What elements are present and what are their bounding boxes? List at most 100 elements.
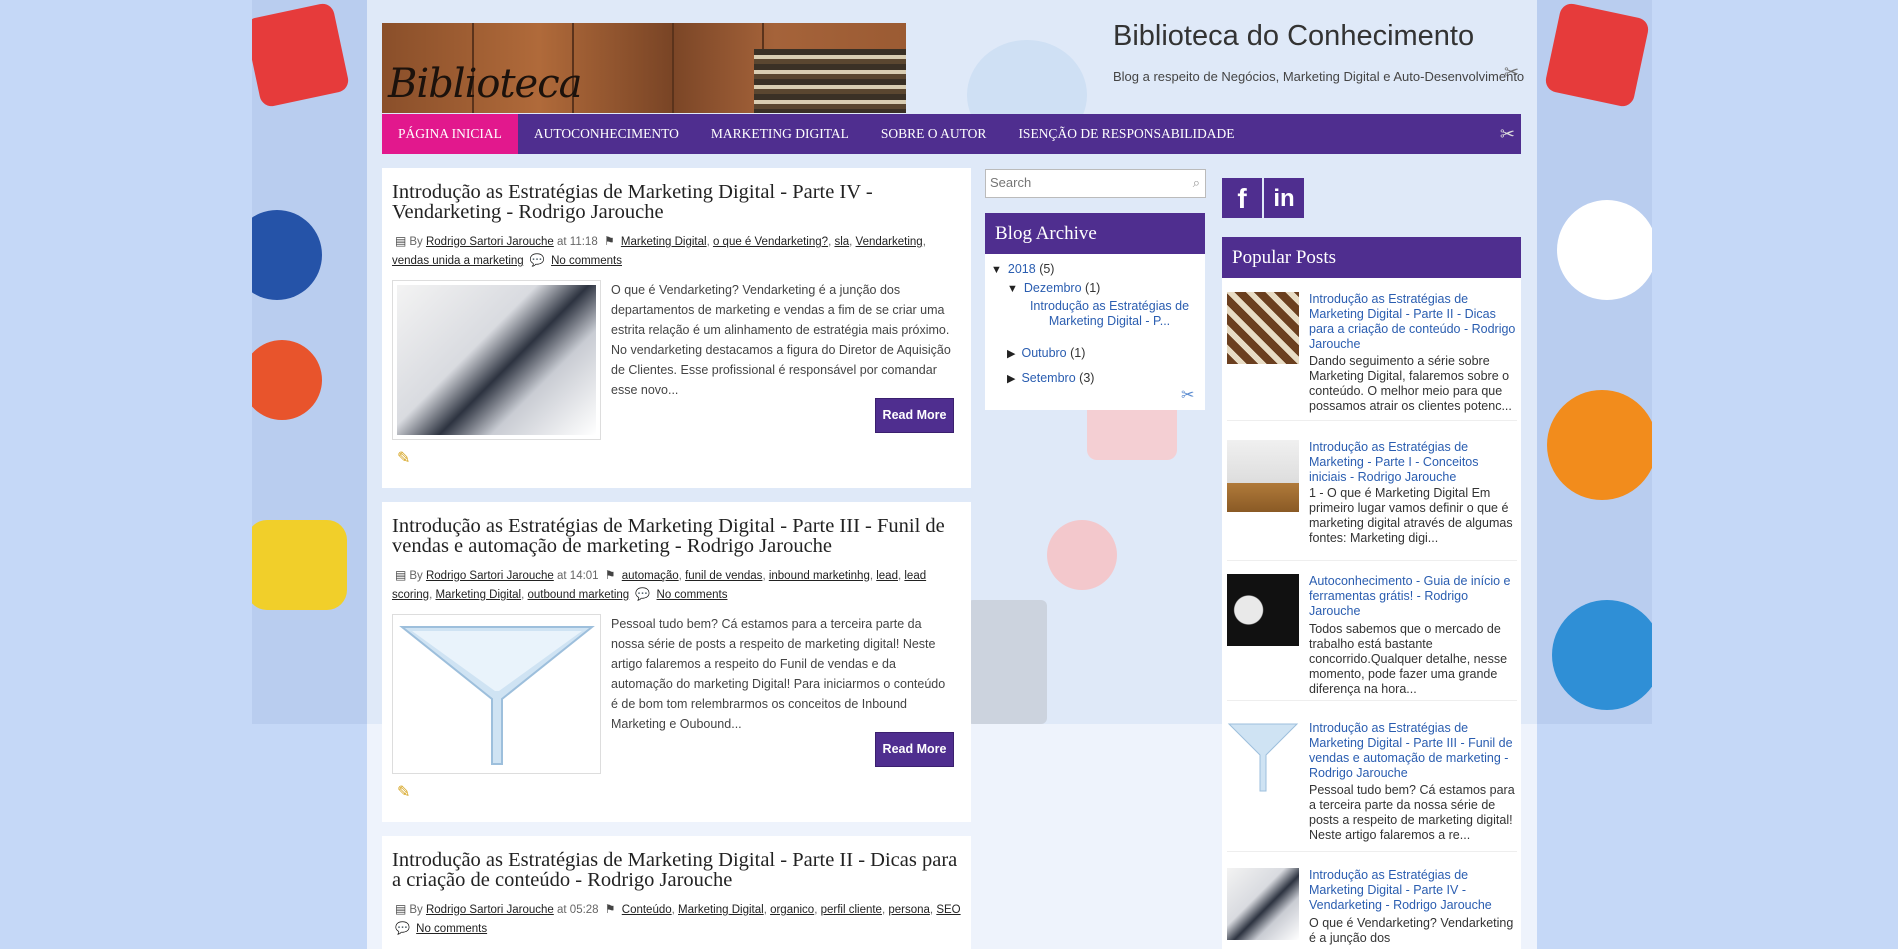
- popular-post-thumbnail[interactable]: [1227, 721, 1299, 793]
- nav-isencao[interactable]: Isenção de Responsabilidade: [1002, 114, 1250, 154]
- blog-description: Blog a respeito de Negócios, Marketing D…: [1113, 69, 1525, 84]
- label-link[interactable]: persona: [888, 904, 930, 916]
- search-icon[interactable]: ⌕: [1193, 175, 1200, 191]
- pencil-icon[interactable]: ✎: [397, 448, 410, 468]
- label-link[interactable]: sla: [834, 236, 849, 248]
- label-link[interactable]: Vendarketing: [856, 236, 923, 248]
- label-link[interactable]: outbound marketing: [528, 589, 630, 601]
- popular-post-snippet: Pessoal tudo bem? Cá estamos para a terc…: [1309, 783, 1515, 842]
- label-link[interactable]: o que é Vendarketing?: [713, 236, 828, 248]
- nav-marketing-digital[interactable]: Marketing Digital: [695, 114, 865, 154]
- blog-post: Introdução as Estratégias de Marketing D…: [382, 168, 971, 488]
- popular-post-thumbnail[interactable]: [1227, 440, 1299, 512]
- popular-post-title[interactable]: Introdução as Estratégias de Marketing D…: [1309, 292, 1519, 352]
- triangle-right-icon[interactable]: ▶: [1007, 373, 1015, 385]
- popular-post-title[interactable]: Introdução as Estratégias de Marketing -…: [1309, 440, 1519, 485]
- search-input[interactable]: [986, 170, 1174, 195]
- archive-month[interactable]: ▼ Dezembro (1): [1007, 281, 1100, 295]
- nav-autoconhecimento[interactable]: Autoconhecimento: [518, 114, 695, 154]
- archive-post-link[interactable]: Introdução as Estratégias de Marketing D…: [1022, 299, 1197, 329]
- label-link[interactable]: perfil cliente: [821, 904, 882, 916]
- funnel-image: [399, 626, 595, 765]
- author-link[interactable]: Rodrigo Sartori Jarouche: [426, 236, 554, 248]
- post-thumbnail[interactable]: [392, 614, 601, 774]
- archive-year[interactable]: ▼ 2018 (5): [991, 262, 1054, 276]
- edit-tools-icon[interactable]: ✂: [1500, 124, 1515, 145]
- popular-post-thumbnail[interactable]: [1227, 574, 1299, 646]
- label-link[interactable]: Conteúdo: [622, 904, 672, 916]
- popular-post-title[interactable]: Autoconhecimento - Guia de início e ferr…: [1309, 574, 1519, 619]
- label-link[interactable]: Marketing Digital: [435, 589, 521, 601]
- popular-post-item: Introdução as Estratégias de Marketing D…: [1227, 292, 1517, 422]
- post-meta: ▤ By Rodrigo Sartori Jarouche at 11:18 ⚑ …: [392, 234, 926, 267]
- triangle-down-icon[interactable]: ▼: [1007, 283, 1018, 295]
- background-right-art: [1537, 0, 1652, 724]
- read-more-button[interactable]: Read More: [875, 732, 954, 767]
- author-link[interactable]: Rodrigo Sartori Jarouche: [426, 904, 554, 916]
- popular-post-thumbnail[interactable]: [1227, 868, 1299, 940]
- divider: [1227, 851, 1517, 852]
- popular-posts-heading: Popular Posts: [1222, 237, 1521, 278]
- label-link[interactable]: lead: [876, 570, 898, 582]
- popular-posts: Introdução as Estratégias de Marketing D…: [1222, 278, 1521, 949]
- post-meta: ▤ By Rodrigo Sartori Jarouche at 05:28 ⚑ …: [395, 902, 961, 935]
- post-meta: ▤ By Rodrigo Sartori Jarouche at 14:01 ⚑ …: [392, 568, 927, 601]
- comments-link[interactable]: No comments: [416, 923, 487, 935]
- calendar-icon: ▤: [395, 568, 407, 582]
- facebook-icon[interactable]: f: [1222, 178, 1262, 218]
- popular-post-item: Introdução as Estratégias de Marketing D…: [1227, 868, 1517, 948]
- author-link[interactable]: Rodrigo Sartori Jarouche: [426, 570, 554, 582]
- divider: [1227, 700, 1517, 701]
- comment-icon: 💬: [529, 253, 545, 267]
- read-more-button[interactable]: Read More: [875, 398, 954, 433]
- blog-post: Introdução as Estratégias de Marketing D…: [382, 836, 971, 949]
- label-link[interactable]: funil de vendas: [685, 570, 762, 582]
- triangle-down-icon[interactable]: ▼: [991, 264, 1002, 276]
- label-link[interactable]: Marketing Digital: [621, 236, 707, 248]
- popular-post-snippet: Dando seguimento a série sobre Marketing…: [1309, 354, 1512, 413]
- comments-link[interactable]: No comments: [657, 589, 728, 601]
- popular-post-thumbnail[interactable]: [1227, 292, 1299, 364]
- popular-post-item: Introdução as Estratégias de Marketing D…: [1227, 721, 1519, 852]
- triangle-right-icon[interactable]: ▶: [1007, 348, 1015, 360]
- post-excerpt: O que é Vendarketing? Vendarketing é a j…: [611, 283, 951, 397]
- divider: [1227, 560, 1517, 561]
- archive-month[interactable]: ▶ Setembro (3): [1007, 371, 1094, 385]
- header-banner-image[interactable]: Biblioteca: [382, 23, 906, 113]
- popular-post-title[interactable]: Introdução as Estratégias de Marketing D…: [1309, 721, 1519, 781]
- label-link[interactable]: inbound marketinhg: [769, 570, 870, 582]
- archive-month[interactable]: ▶ Outubro (1): [1007, 346, 1085, 360]
- edit-tools-icon[interactable]: ✂: [1181, 385, 1194, 405]
- blog-post: Introdução as Estratégias de Marketing D…: [382, 502, 971, 822]
- label-link[interactable]: Marketing Digital: [678, 904, 764, 916]
- archive-heading: Blog Archive: [985, 213, 1205, 254]
- label-link[interactable]: organico: [770, 904, 814, 916]
- post-thumbnail[interactable]: [392, 280, 601, 440]
- label-link[interactable]: automação: [622, 570, 679, 582]
- edit-tools-icon[interactable]: ✂: [1504, 62, 1519, 83]
- comment-icon: 💬: [395, 921, 410, 935]
- pencil-icon[interactable]: ✎: [397, 782, 410, 802]
- popular-post-item: Introdução as Estratégias de Marketing -…: [1227, 440, 1517, 562]
- popular-post-snippet: Todos sabemos que o mercado de trabalho …: [1309, 622, 1508, 696]
- post-title[interactable]: Introdução as Estratégias de Marketing D…: [392, 850, 962, 891]
- nav-sobre-autor[interactable]: Sobre o Autor: [865, 114, 1003, 154]
- banner-logo-text: Biblioteca: [388, 61, 582, 107]
- calendar-icon: ▤: [395, 902, 407, 916]
- blog-archive: ▼ 2018 (5) ▼ Dezembro (1) Introdução as Es…: [985, 254, 1205, 410]
- post-title[interactable]: Introdução as Estratégias de Marketing D…: [392, 182, 962, 223]
- calendar-icon: ▤: [395, 234, 407, 248]
- label-link[interactable]: SEO: [936, 904, 960, 916]
- post-title[interactable]: Introdução as Estratégias de Marketing D…: [392, 516, 962, 557]
- search-box: ⌕: [985, 169, 1206, 198]
- linkedin-icon[interactable]: in: [1264, 178, 1304, 218]
- label-link[interactable]: vendas unida a marketing: [392, 255, 524, 267]
- popular-post-snippet: 1 - O que é Marketing Digital Em primeir…: [1309, 486, 1513, 545]
- tag-icon: ⚑: [603, 234, 615, 248]
- tag-icon: ⚑: [604, 568, 616, 582]
- popular-post-title[interactable]: Introdução as Estratégias de Marketing D…: [1309, 868, 1519, 913]
- nav-home[interactable]: Página Inicial: [382, 114, 518, 154]
- blog-title[interactable]: Biblioteca do Conhecimento: [1113, 20, 1474, 53]
- divider: [1227, 420, 1517, 421]
- comments-link[interactable]: No comments: [551, 255, 622, 267]
